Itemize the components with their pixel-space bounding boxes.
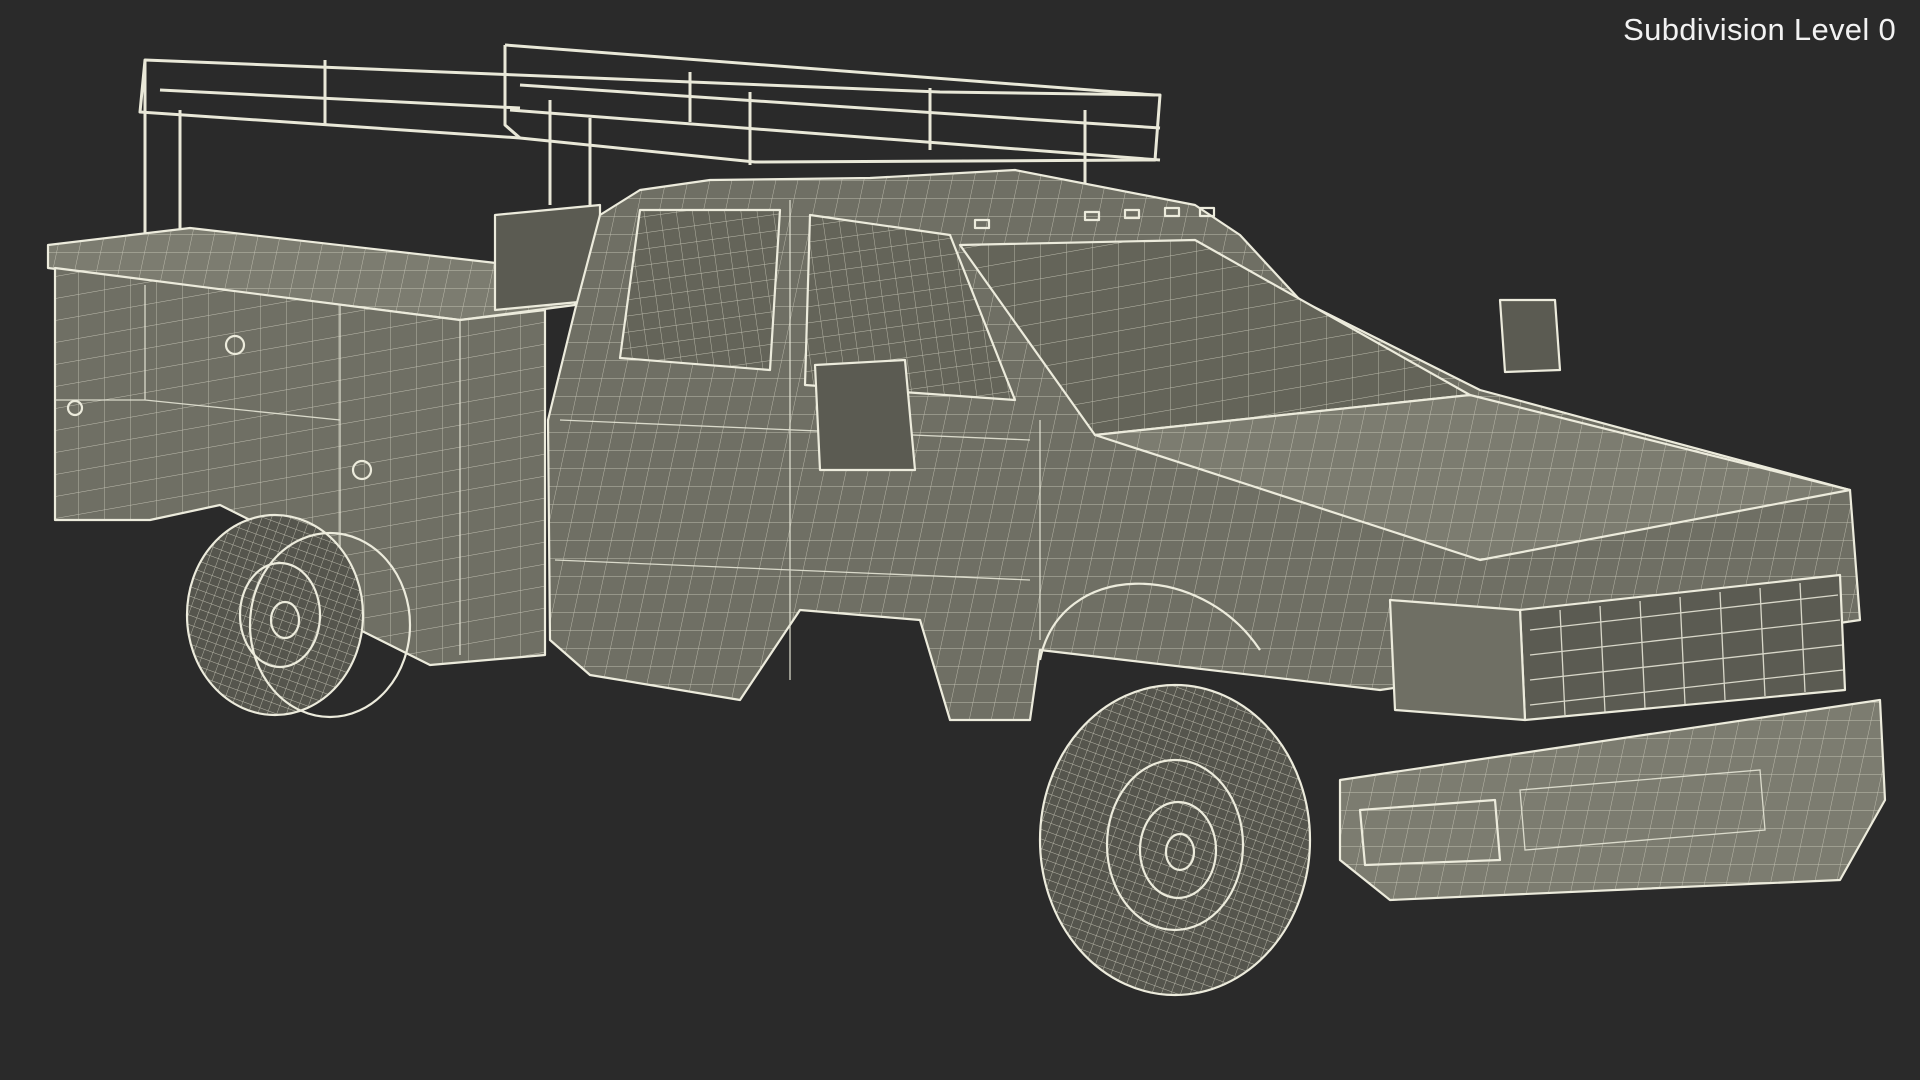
side-mirror (815, 360, 915, 470)
utility-truck-wireframe-render (46, 43, 1887, 997)
front-end (1338, 573, 1887, 902)
render-viewport: Subdivision Level 0 (0, 0, 1920, 1080)
subdivision-level-label: Subdivision Level 0 (1623, 12, 1896, 47)
headlight (1390, 600, 1525, 720)
front-wheel (1038, 683, 1312, 997)
